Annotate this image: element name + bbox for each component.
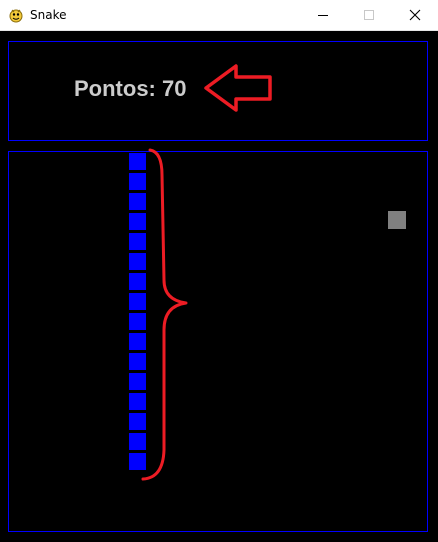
- snake-segment: [128, 412, 147, 431]
- pygame-snake-icon: [8, 7, 24, 23]
- window-title: Snake: [30, 8, 67, 22]
- minimize-button[interactable]: [300, 0, 346, 30]
- snake-segment: [128, 272, 147, 291]
- food-pellet: [388, 211, 406, 229]
- snake-segment: [128, 432, 147, 451]
- snake-segment: [128, 252, 147, 271]
- snake-segment: [128, 192, 147, 211]
- snake-segment: [128, 212, 147, 231]
- close-icon: [409, 9, 421, 21]
- minimize-icon: [318, 15, 328, 16]
- game-window: Snake Pontos: 70: [0, 0, 438, 542]
- snake-segment: [128, 312, 147, 331]
- title-bar[interactable]: Snake: [0, 0, 438, 31]
- game-board: [8, 151, 428, 532]
- maximize-icon: [364, 10, 374, 20]
- close-button[interactable]: [392, 0, 438, 30]
- snake-segment: [128, 292, 147, 311]
- snake-segment: [128, 172, 147, 191]
- snake-segment: [128, 232, 147, 251]
- snake-segment: [128, 332, 147, 351]
- snake-segment: [128, 392, 147, 411]
- snake-segment: [128, 352, 147, 371]
- snake-segment: [128, 452, 147, 471]
- maximize-button[interactable]: [346, 0, 392, 30]
- score-panel: Pontos: 70: [8, 41, 428, 141]
- snake-segment: [128, 152, 147, 171]
- score-label: Pontos: 70: [74, 76, 187, 101]
- snake-segment: [128, 372, 147, 391]
